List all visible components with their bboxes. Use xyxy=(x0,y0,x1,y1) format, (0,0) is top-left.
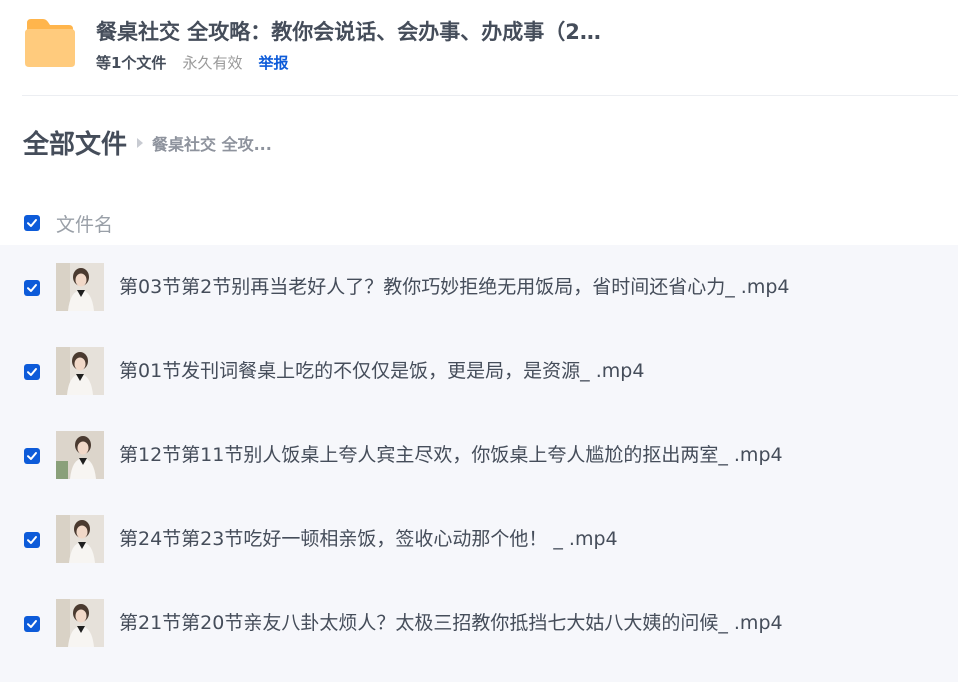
file-checkbox[interactable] xyxy=(24,448,40,464)
folder-icon xyxy=(25,19,75,67)
video-thumbnail xyxy=(56,347,104,395)
check-icon xyxy=(27,536,37,544)
report-link[interactable]: 举报 xyxy=(258,52,288,73)
select-all-checkbox[interactable] xyxy=(24,215,40,231)
breadcrumb-root[interactable]: 全部文件 xyxy=(23,124,127,161)
file-checkbox[interactable] xyxy=(24,616,40,632)
file-name[interactable]: 第21节第20节亲友八卦太烦人？太极三招教你抵挡七大姑八大姨的问候_ .mp4 xyxy=(119,611,783,635)
check-icon xyxy=(27,452,37,460)
file-row[interactable]: 第03节第2节别再当老好人了？教你巧妙拒绝无用饭局，省时间还省心力_ .mp4 xyxy=(0,245,958,329)
file-list: 第03节第2节别再当老好人了？教你巧妙拒绝无用饭局，省时间还省心力_ .mp4 … xyxy=(0,245,958,682)
file-name[interactable]: 第03节第2节别再当老好人了？教你巧妙拒绝无用饭局，省时间还省心力_ .mp4 xyxy=(119,275,790,299)
breadcrumb: 全部文件 餐桌社交 全攻... xyxy=(23,124,272,161)
file-checkbox[interactable] xyxy=(24,532,40,548)
breadcrumb-separator-icon xyxy=(137,137,144,148)
check-icon xyxy=(27,368,37,376)
video-thumbnail xyxy=(56,263,104,311)
video-thumbnail xyxy=(56,515,104,563)
header-divider xyxy=(22,95,958,96)
file-checkbox[interactable] xyxy=(24,280,40,296)
file-row[interactable]: 第21节第20节亲友八卦太烦人？太极三招教你抵挡七大姑八大姨的问候_ .mp4 xyxy=(0,581,958,665)
validity-label: 永久有效 xyxy=(182,54,243,72)
file-name[interactable]: 第24节第23节吃好一顿相亲饭，签收心动那个他！ _ .mp4 xyxy=(119,527,618,551)
check-icon xyxy=(27,284,37,292)
column-header-filename[interactable]: 文件名 xyxy=(56,210,113,237)
file-checkbox[interactable] xyxy=(24,364,40,380)
list-header: 文件名 xyxy=(0,200,958,244)
check-icon xyxy=(27,219,37,227)
file-row[interactable]: 第24节第23节吃好一顿相亲饭，签收心动那个他！ _ .mp4 xyxy=(0,497,958,581)
file-name[interactable]: 第12节第11节别人饭桌上夸人宾主尽欢，你饭桌上夸人尴尬的抠出两室_ .mp4 xyxy=(119,443,783,467)
file-count: 等1个文件 xyxy=(96,54,167,72)
file-row[interactable]: 第01节发刊词餐桌上吃的不仅仅是饭，更是局，是资源_ .mp4 xyxy=(0,329,958,413)
file-name[interactable]: 第01节发刊词餐桌上吃的不仅仅是饭，更是局，是资源_ .mp4 xyxy=(119,359,644,383)
breadcrumb-current: 餐桌社交 全攻... xyxy=(152,134,272,154)
file-row[interactable]: 第12节第11节别人饭桌上夸人宾主尽欢，你饭桌上夸人尴尬的抠出两室_ .mp4 xyxy=(0,413,958,497)
share-meta: 等1个文件 永久有效 举报 xyxy=(96,52,288,73)
check-icon xyxy=(27,620,37,628)
video-thumbnail xyxy=(56,431,104,479)
video-thumbnail xyxy=(56,599,104,647)
share-header: 餐桌社交 全攻略：教你会说话、会办事、办成事（2… 等1个文件 永久有效 举报 xyxy=(0,0,958,96)
share-title: 餐桌社交 全攻略：教你会说话、会办事、办成事（2… xyxy=(96,20,601,44)
